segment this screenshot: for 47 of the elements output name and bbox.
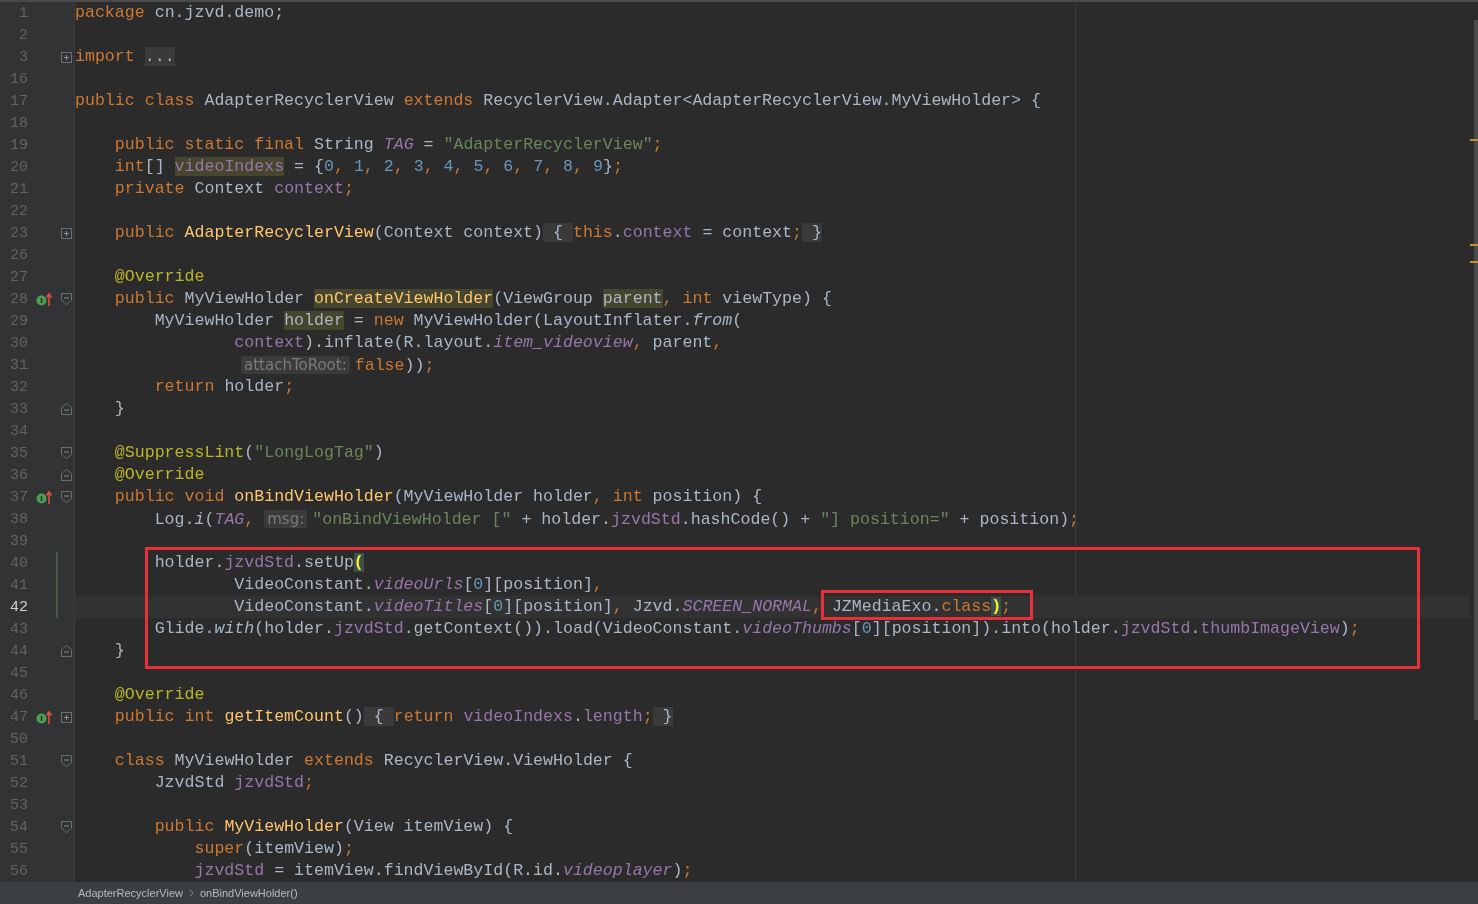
- fold-icon[interactable]: [61, 821, 72, 833]
- code-line: @SuppressLint("LongLogTag"): [113, 442, 385, 464]
- fold-icon[interactable]: [61, 293, 72, 305]
- code-line: public MyViewHolder(View itemView) {: [153, 816, 515, 838]
- fold-icon[interactable]: [61, 755, 72, 767]
- fold-icon[interactable]: [61, 403, 72, 415]
- code-line: class MyViewHolder extends RecyclerView.ViewHolder {: [113, 750, 634, 772]
- circle-arrow-icon[interactable]: [36, 291, 53, 307]
- code-line: }: [113, 640, 126, 662]
- code-line: package cn.jzvd.demo;: [75, 2, 286, 24]
- fold-icon[interactable]: [61, 645, 72, 657]
- fold-icon[interactable]: [61, 447, 72, 459]
- code-line: MyViewHolder holder = new MyViewHolder(LayoutInflater.from(: [153, 310, 744, 332]
- code-line: super(itemView);: [193, 838, 355, 860]
- code-line: Glide.with(holder.jzvdStd.getContext()).load(VideoConstant.videoThumbs[0][position]).into(holder.jzvdStd.thumbImageView);: [153, 618, 1361, 640]
- code-line: public class AdapterRecyclerView extends RecyclerView.Adapter<AdapterRecyclerView.MyViewHolder> {: [75, 90, 1042, 112]
- plus-icon[interactable]: [61, 227, 72, 239]
- line-number: 42: [10, 598, 28, 616]
- code-line: public static final String TAG = "AdapterRecyclerView";: [113, 134, 664, 156]
- code-line: return holder;: [153, 376, 296, 398]
- code-line: @Override: [113, 684, 206, 706]
- plus-icon[interactable]: [61, 711, 72, 723]
- code-line: import ...: [75, 46, 176, 68]
- code-line: VideoConstant.videoUrls[0][position],: [233, 574, 604, 596]
- code-line: public void onBindViewHolder(MyViewHolder holder, int position) {: [113, 486, 764, 508]
- circle-arrow-icon[interactable]: [36, 709, 53, 725]
- chevron-icon: [188, 889, 194, 897]
- code-line: int[] videoIndexs = {0, 1, 2, 3, 4, 5, 6, 7, 8, 9};: [113, 156, 624, 178]
- fold-icon[interactable]: [61, 469, 72, 481]
- code-line: holder.jzvdStd.setUp(: [153, 552, 365, 574]
- code-line: public MyViewHolder onCreateViewHolder(ViewGroup parent, int viewType) {: [113, 288, 833, 310]
- code-line: context).inflate(R.layout.item_videoview, parent,: [233, 332, 724, 354]
- code-line: Log.i(TAG, msg: "onBindViewHolder [" + holder.jzvdStd.hashCode() + "] position=" + position);: [153, 509, 1081, 531]
- code-line: private Context context;: [113, 178, 355, 200]
- code-line: @Override: [113, 266, 206, 288]
- code-line: }: [113, 398, 126, 420]
- fold-icon[interactable]: [61, 491, 72, 503]
- breadcrumb-item[interactable]: onBindViewHolder(): [199, 887, 298, 899]
- code-line: attachToRoot: false));: [75, 354, 1470, 377]
- circle-arrow-icon[interactable]: [36, 489, 53, 505]
- code-line: public int getItemCount() { return videoIndexs.length; }: [113, 706, 674, 728]
- code-line: jzvdStd = itemView.findViewById(R.id.videoplayer);: [193, 860, 694, 882]
- code-line: JzvdStd jzvdStd;: [153, 772, 315, 794]
- breadcrumb-item[interactable]: AdapterRecyclerView: [78, 887, 183, 899]
- code-line: public AdapterRecyclerView(Context context) { this.context = context; }: [113, 222, 823, 244]
- plus-icon[interactable]: [61, 51, 72, 63]
- code-line: @Override: [113, 464, 206, 486]
